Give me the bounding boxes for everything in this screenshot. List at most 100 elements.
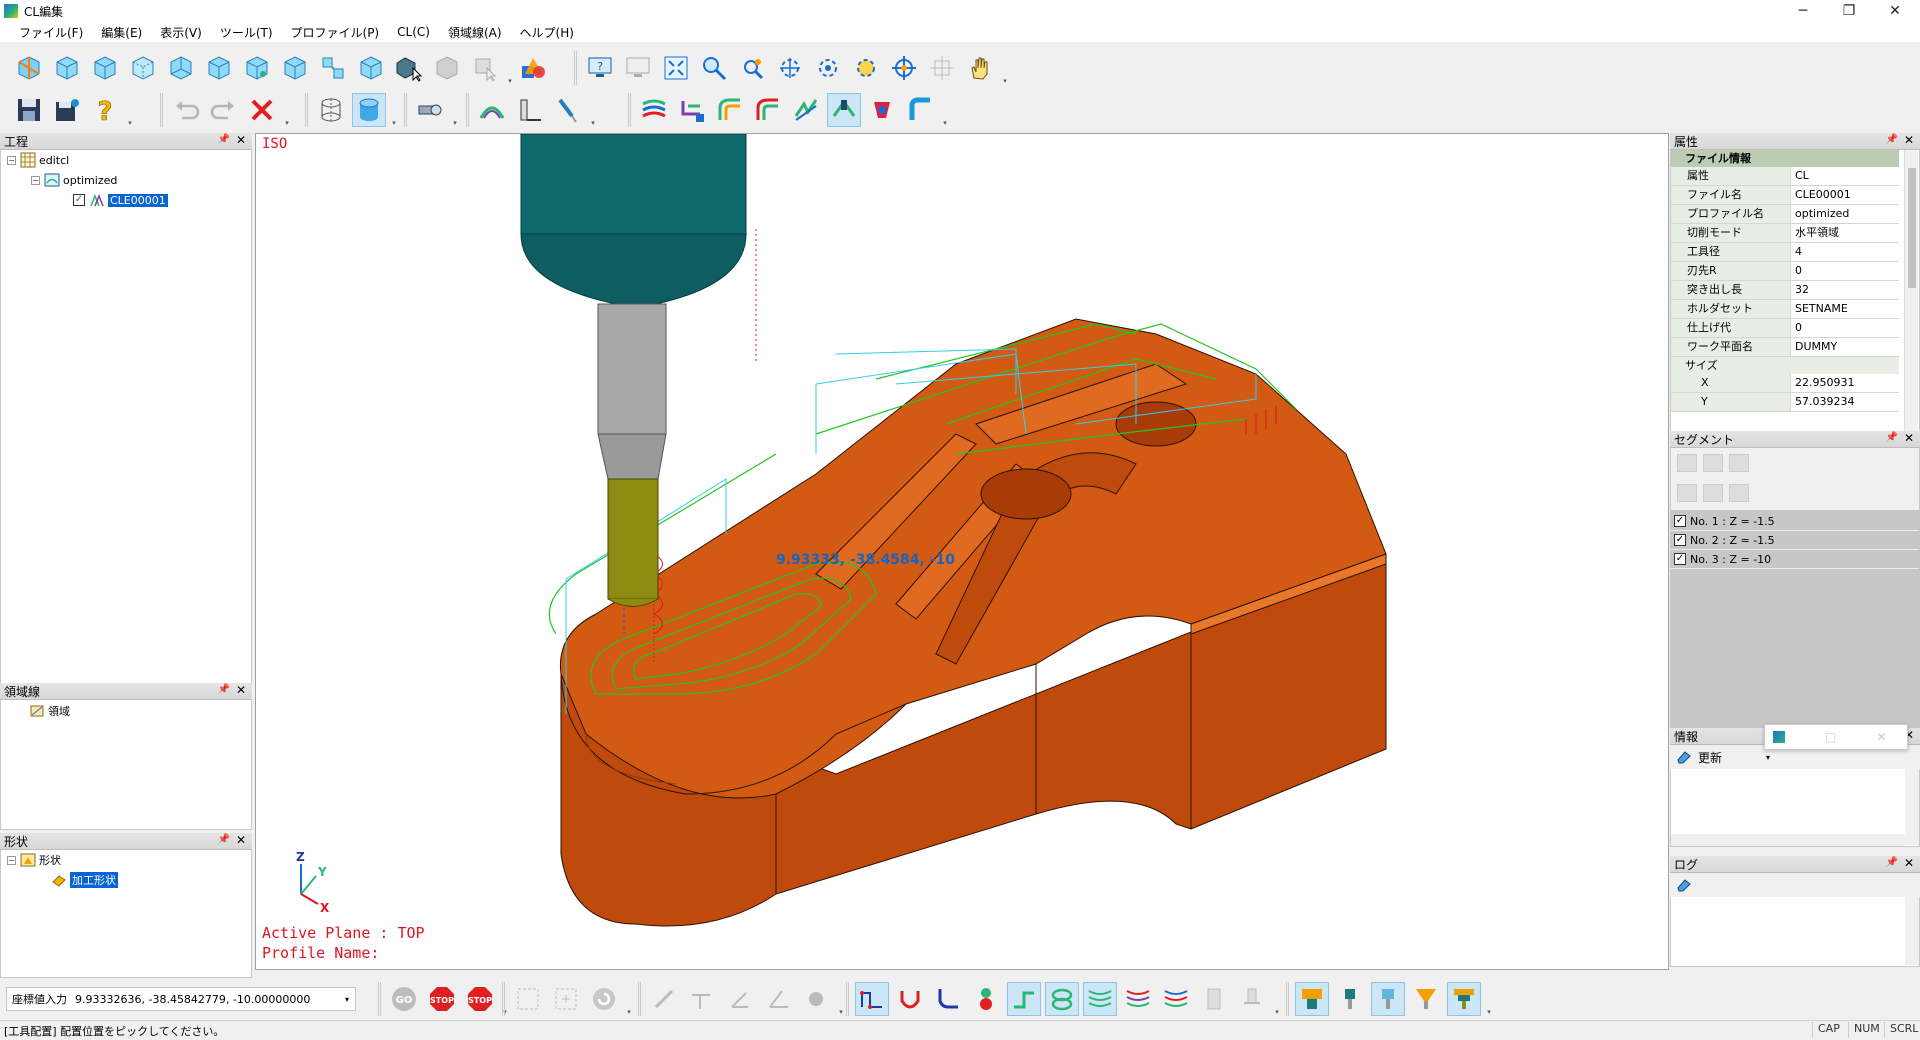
- property-row[interactable]: X 22.950931: [1671, 374, 1899, 393]
- wireframe-cylinder-icon[interactable]: [314, 93, 348, 127]
- tree-node-editcl[interactable]: − editcl: [7, 152, 69, 168]
- zoom-window-icon[interactable]: [735, 51, 769, 85]
- zoom-center-icon[interactable]: [849, 51, 883, 85]
- property-row[interactable]: 仕上げ代 0: [1671, 319, 1899, 338]
- save-as-icon[interactable]: [50, 93, 84, 127]
- view-back-icon[interactable]: [88, 51, 122, 85]
- coordinate-dropdown-icon[interactable]: ▾: [345, 995, 349, 1004]
- view-group-dropdown[interactable]: ▾: [506, 51, 514, 85]
- view-rotate-icon[interactable]: [278, 51, 312, 85]
- property-row[interactable]: ファイル名 CLE00001: [1671, 186, 1899, 205]
- property-row[interactable]: ワーク平面名 DUMMY: [1671, 338, 1899, 357]
- pin-icon[interactable]: 📌: [1886, 134, 1898, 145]
- tool-place-icon[interactable]: [827, 93, 861, 127]
- hand-pan-icon[interactable]: [963, 51, 997, 85]
- rotate-view-icon[interactable]: [811, 51, 845, 85]
- path-wave-red-icon[interactable]: [1121, 982, 1155, 1016]
- close-icon[interactable]: ✕: [236, 133, 246, 147]
- path-u-icon[interactable]: [893, 982, 927, 1016]
- property-row[interactable]: 突き出し長 32: [1671, 281, 1899, 300]
- pan-icon[interactable]: [773, 51, 807, 85]
- path-layers-icon[interactable]: [637, 93, 671, 127]
- category-size[interactable]: サイズ: [1671, 357, 1899, 374]
- menu-cl[interactable]: CL(C): [388, 25, 439, 39]
- collapse-icon[interactable]: −: [7, 155, 16, 165]
- view-left-icon[interactable]: [202, 51, 236, 85]
- menu-help[interactable]: ヘルプ(H): [511, 24, 583, 41]
- iso-view-icon[interactable]: [12, 51, 46, 85]
- property-row[interactable]: 切削モード 水平領域: [1671, 224, 1899, 243]
- close-icon[interactable]: ✕: [1876, 730, 1886, 744]
- save-icon[interactable]: [12, 93, 46, 127]
- info-hscrollbar[interactable]: [1671, 834, 1905, 846]
- measure-group-dropdown[interactable]: ▾: [589, 93, 597, 127]
- restore-icon[interactable]: □: [1825, 730, 1836, 744]
- zoom-icon[interactable]: [697, 51, 731, 85]
- segment-checkbox[interactable]: ✓: [1674, 534, 1686, 546]
- collapse-icon[interactable]: −: [31, 175, 40, 185]
- delete-icon[interactable]: [245, 93, 279, 127]
- stop-button[interactable]: STOP: [425, 982, 459, 1016]
- view-shade-icon[interactable]: [354, 51, 388, 85]
- display-group-dropdown[interactable]: ▾: [390, 93, 398, 127]
- segment-row[interactable]: ✓ No. 1 : Z = -1.5: [1671, 512, 1919, 531]
- log-scrollbar[interactable]: [1905, 897, 1919, 965]
- tool-holder-icon[interactable]: [1295, 982, 1329, 1016]
- close-icon[interactable]: ✕: [1904, 133, 1914, 147]
- target-icon[interactable]: [887, 51, 921, 85]
- select-object-icon[interactable]: [392, 51, 426, 85]
- property-row[interactable]: Y 57.039234: [1671, 393, 1899, 412]
- tool-full-icon[interactable]: [1447, 982, 1481, 1016]
- view-multi-icon[interactable]: [316, 51, 350, 85]
- corner-path-icon[interactable]: [903, 93, 937, 127]
- path-spiral-icon[interactable]: [1045, 982, 1079, 1016]
- property-row[interactable]: 属性 CL: [1671, 167, 1899, 186]
- zoom-group-dropdown[interactable]: ▾: [1001, 51, 1009, 85]
- menu-edit[interactable]: 編集(E): [92, 24, 151, 41]
- path-points-icon[interactable]: [855, 982, 889, 1016]
- path-step-icon[interactable]: [1007, 982, 1041, 1016]
- 3d-viewport[interactable]: ISO Z Y X 9.93333, -38.4584, -10 Active …: [255, 133, 1669, 970]
- view-right-icon[interactable]: [240, 51, 274, 85]
- pin-icon[interactable]: 📌: [1886, 432, 1898, 443]
- cl-edit-group-dropdown[interactable]: ▾: [941, 93, 949, 127]
- zoom-fit-icon[interactable]: [659, 51, 693, 85]
- help-icon[interactable]: ?: [88, 93, 122, 127]
- properties-scrollbar[interactable]: [1904, 150, 1918, 440]
- stop-all-button[interactable]: STOP: [463, 982, 497, 1016]
- menu-profile[interactable]: プロファイル(P): [282, 24, 389, 41]
- menu-tools[interactable]: ツール(T): [211, 24, 282, 41]
- tool-shank-icon[interactable]: [1371, 982, 1405, 1016]
- tree-node-cle00001[interactable]: ✓ CLE00001: [73, 192, 168, 208]
- path-circles-icon[interactable]: [969, 982, 1003, 1016]
- file-group-dropdown[interactable]: ▾: [126, 93, 134, 127]
- path-wave-icon[interactable]: [1083, 982, 1117, 1016]
- restore-button[interactable]: ❐: [1826, 0, 1872, 22]
- tree-node-optimized[interactable]: − optimized: [31, 172, 117, 188]
- menu-region[interactable]: 領域線(A): [439, 24, 511, 41]
- tree-node-machining-shape[interactable]: 加工形状: [51, 872, 118, 888]
- segment-row[interactable]: ✓ No. 3 : Z = -10: [1671, 550, 1919, 569]
- path-hook-icon[interactable]: [931, 982, 965, 1016]
- tool-group-dropdown[interactable]: ▾: [451, 93, 459, 127]
- key-tool-icon[interactable]: [413, 93, 447, 127]
- color-shapes-icon[interactable]: [516, 51, 550, 85]
- draw-dropdown[interactable]: ▾: [837, 982, 845, 1016]
- path-link-icon[interactable]: [675, 93, 709, 127]
- property-row[interactable]: プロファイル名 optimized: [1671, 205, 1899, 224]
- property-row[interactable]: ホルダセット SETNAME: [1671, 300, 1899, 319]
- segment-row[interactable]: ✓ No. 2 : Z = -1.5: [1671, 531, 1919, 550]
- update-button[interactable]: 更新: [1698, 749, 1722, 766]
- info-scrollbar[interactable]: [1905, 769, 1919, 845]
- category-file-info[interactable]: ファイル情報: [1671, 150, 1899, 167]
- tree-node-shape[interactable]: − 形状: [7, 852, 61, 868]
- tree-node-region[interactable]: 領域: [29, 703, 70, 719]
- view-front-icon[interactable]: [50, 51, 84, 85]
- path-wave-multi-icon[interactable]: [1159, 982, 1193, 1016]
- undo-group-dropdown[interactable]: ▾: [283, 93, 291, 127]
- pin-icon[interactable]: 📌: [218, 684, 230, 695]
- close-icon[interactable]: ✕: [236, 683, 246, 697]
- property-row[interactable]: 工具径 4: [1671, 243, 1899, 262]
- close-icon[interactable]: ✕: [1904, 856, 1914, 870]
- tool-view-dropdown[interactable]: ▾: [1485, 982, 1493, 1016]
